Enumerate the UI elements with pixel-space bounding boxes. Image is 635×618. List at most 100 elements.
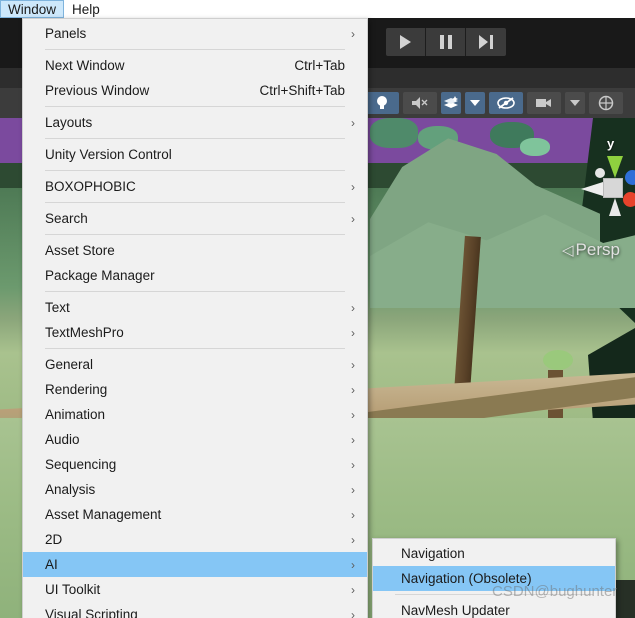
- menu-item-sequencing[interactable]: Sequencing ›: [23, 452, 367, 477]
- menu-item-next-window[interactable]: Next Window Ctrl+Tab: [23, 53, 367, 78]
- menu-item-label: Asset Store: [45, 243, 115, 258]
- tree-canopy: [543, 350, 573, 370]
- hidden-eye-icon: [497, 97, 515, 109]
- menu-item-ai[interactable]: AI ›: [23, 552, 367, 577]
- window-dropdown-menu: Panels › Next Window Ctrl+Tab Previous Windo…: [22, 18, 368, 618]
- projection-mode-text: Persp: [575, 240, 620, 259]
- menubar-item-help-label: Help: [72, 1, 100, 17]
- effects-toggle[interactable]: [441, 92, 461, 114]
- pause-icon: [439, 35, 452, 49]
- chevron-right-icon: ›: [351, 557, 355, 572]
- scene-lighting-toggle[interactable]: [365, 92, 399, 114]
- menu-item-boxophobic[interactable]: BOXOPHOBIC ›: [23, 174, 367, 199]
- submenu-item-navigation-obsolete[interactable]: Navigation (Obsolete): [373, 566, 615, 591]
- menu-separator: [45, 106, 345, 107]
- camera-settings-button[interactable]: [527, 92, 561, 114]
- submenu-separator: [395, 594, 593, 595]
- menu-separator: [45, 291, 345, 292]
- menu-item-label: Layouts: [45, 115, 93, 130]
- menu-item-label: BOXOPHOBIC: [45, 179, 136, 194]
- axis-y-cone: [607, 156, 623, 178]
- menu-item-animation[interactable]: Animation ›: [23, 402, 367, 427]
- effects-icon: [444, 96, 458, 108]
- menu-item-ui-toolkit[interactable]: UI Toolkit ›: [23, 577, 367, 602]
- chevron-right-icon: ›: [351, 432, 355, 447]
- axis-y-label: y: [607, 136, 615, 151]
- pause-button[interactable]: [426, 28, 466, 56]
- menu-item-unity-version-control[interactable]: Unity Version Control: [23, 142, 367, 167]
- gizmo-cube[interactable]: [603, 178, 623, 198]
- menu-separator: [45, 348, 345, 349]
- camera-dropdown[interactable]: [565, 92, 585, 114]
- menu-item-audio[interactable]: Audio ›: [23, 427, 367, 452]
- menu-separator: [45, 138, 345, 139]
- menu-item-label: Audio: [45, 432, 80, 447]
- menu-item-label: General: [45, 357, 94, 372]
- axis-z-ball[interactable]: [625, 170, 635, 185]
- menu-item-general[interactable]: General ›: [23, 352, 367, 377]
- play-button[interactable]: [386, 28, 426, 56]
- chevron-right-icon: ›: [351, 115, 355, 130]
- chevron-right-icon: ›: [351, 482, 355, 497]
- menu-item-shortcut: Ctrl+Shift+Tab: [259, 83, 345, 98]
- submenu-item-label: Navigation (Obsolete): [401, 571, 532, 586]
- menu-item-label: Rendering: [45, 382, 108, 397]
- effects-dropdown[interactable]: [465, 92, 485, 114]
- menu-item-analysis[interactable]: Analysis ›: [23, 477, 367, 502]
- menu-item-textmeshpro[interactable]: TextMeshPro ›: [23, 320, 367, 345]
- chevron-right-icon: ›: [351, 357, 355, 372]
- scene-audio-toggle[interactable]: [403, 92, 437, 114]
- menubar-item-window[interactable]: Window: [0, 0, 65, 18]
- menu-item-label: Previous Window: [45, 83, 150, 98]
- axis-z-negative-ball[interactable]: [595, 168, 605, 178]
- menu-item-label: Analysis: [45, 482, 96, 497]
- chevron-right-icon: ›: [351, 179, 355, 194]
- menu-item-asset-store[interactable]: Asset Store: [23, 238, 367, 263]
- menu-item-asset-management[interactable]: Asset Management ›: [23, 502, 367, 527]
- menu-item-label: Sequencing: [45, 457, 117, 472]
- menu-item-rendering[interactable]: Rendering ›: [23, 377, 367, 402]
- axis-x-negative-cone: [581, 182, 603, 196]
- lightbulb-icon: [377, 96, 387, 109]
- submenu-item-label: Navigation: [401, 546, 465, 561]
- menu-item-previous-window[interactable]: Previous Window Ctrl+Shift+Tab: [23, 78, 367, 103]
- menu-item-label: Visual Scripting: [45, 607, 138, 618]
- menu-item-label: Animation: [45, 407, 106, 422]
- menu-item-label: Unity Version Control: [45, 147, 172, 162]
- chevron-right-icon: ›: [351, 407, 355, 422]
- menubar-item-help[interactable]: Help: [64, 0, 108, 18]
- chevron-right-icon: ›: [351, 211, 355, 226]
- submenu-item-navigation[interactable]: Navigation: [373, 541, 615, 566]
- chevron-right-icon: ›: [351, 325, 355, 340]
- gizmos-icon: [598, 95, 614, 111]
- camera-icon: [536, 99, 551, 107]
- step-icon: [479, 35, 493, 49]
- submenu-item-navmesh-updater[interactable]: NavMesh Updater: [373, 598, 615, 618]
- chevron-down-icon: [470, 100, 480, 106]
- ai-submenu: Navigation Navigation (Obsolete) NavMesh U…: [372, 538, 616, 618]
- submenu-item-label: NavMesh Updater: [401, 603, 510, 618]
- menu-item-panels[interactable]: Panels ›: [23, 21, 367, 46]
- menu-item-visual-scripting[interactable]: Visual Scripting ›: [23, 602, 367, 618]
- axis-y-negative-cone: [609, 198, 621, 216]
- menu-item-package-manager[interactable]: Package Manager: [23, 263, 367, 288]
- menu-item-label: Next Window: [45, 58, 125, 73]
- menu-item-text[interactable]: Text ›: [23, 295, 367, 320]
- scene-orientation-gizmo[interactable]: y x z: [581, 136, 635, 216]
- chevron-right-icon: ›: [351, 607, 355, 618]
- axis-x-ball[interactable]: [623, 192, 635, 207]
- menu-item-search[interactable]: Search ›: [23, 206, 367, 231]
- menu-item-2d[interactable]: 2D ›: [23, 527, 367, 552]
- menu-item-label: TextMeshPro: [45, 325, 124, 340]
- scene-visibility-toggle[interactable]: [489, 92, 523, 114]
- chevron-right-icon: ›: [351, 300, 355, 315]
- gizmos-toggle[interactable]: [589, 92, 623, 114]
- menu-separator: [45, 202, 345, 203]
- menu-item-label: Package Manager: [45, 268, 155, 283]
- menu-item-label: UI Toolkit: [45, 582, 101, 597]
- menu-separator: [45, 234, 345, 235]
- projection-mode-label[interactable]: ◁ Persp: [562, 240, 620, 260]
- menu-item-layouts[interactable]: Layouts ›: [23, 110, 367, 135]
- tree-canopy: [520, 138, 550, 156]
- step-button[interactable]: [466, 28, 506, 56]
